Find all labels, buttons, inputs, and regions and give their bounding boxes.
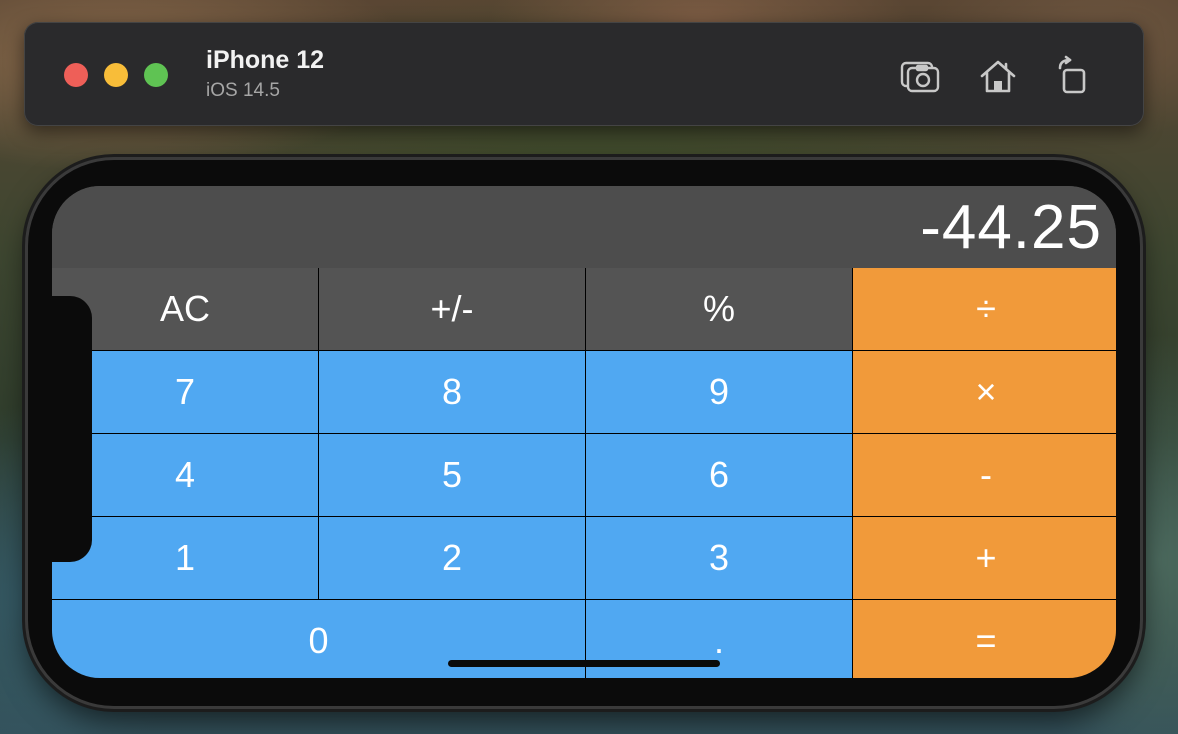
key-5[interactable]: 5 (319, 434, 585, 516)
display-value: -44.25 (920, 193, 1102, 262)
calculator-display: -44.25 (52, 186, 1116, 268)
keypad: AC +/- % ÷ 7 8 9 × 4 5 6 - 1 2 3 + 0 . = (52, 268, 1116, 678)
key-equals[interactable]: = (853, 600, 1116, 678)
key-subtract[interactable]: - (853, 434, 1116, 516)
key-2[interactable]: 2 (319, 517, 585, 599)
home-button[interactable] (976, 54, 1020, 98)
key-9[interactable]: 9 (586, 351, 852, 433)
phone-notch (52, 296, 92, 562)
screenshot-button[interactable] (898, 54, 942, 98)
screenshot-icon (900, 61, 940, 93)
calculator-screen: -44.25 AC +/- % ÷ 7 8 9 × 4 5 6 - 1 2 3 … (52, 186, 1116, 678)
key-8[interactable]: 8 (319, 351, 585, 433)
minimize-window-button[interactable] (104, 63, 128, 87)
close-window-button[interactable] (64, 63, 88, 87)
home-indicator[interactable] (448, 660, 720, 667)
simulator-title-bar: iPhone 12 iOS 14.5 (24, 22, 1144, 126)
key-multiply[interactable]: × (853, 351, 1116, 433)
zoom-window-button[interactable] (144, 63, 168, 87)
key-3[interactable]: 3 (586, 517, 852, 599)
key-sign[interactable]: +/- (319, 268, 585, 350)
key-add[interactable]: + (853, 517, 1116, 599)
os-version: iOS 14.5 (206, 80, 280, 101)
rotate-icon (1058, 55, 1086, 94)
home-icon (980, 60, 1016, 93)
key-divide[interactable]: ÷ (853, 268, 1116, 350)
device-name: iPhone 12 (206, 46, 325, 74)
key-percent[interactable]: % (586, 268, 852, 350)
rotate-button[interactable] (1050, 54, 1094, 98)
key-6[interactable]: 6 (586, 434, 852, 516)
